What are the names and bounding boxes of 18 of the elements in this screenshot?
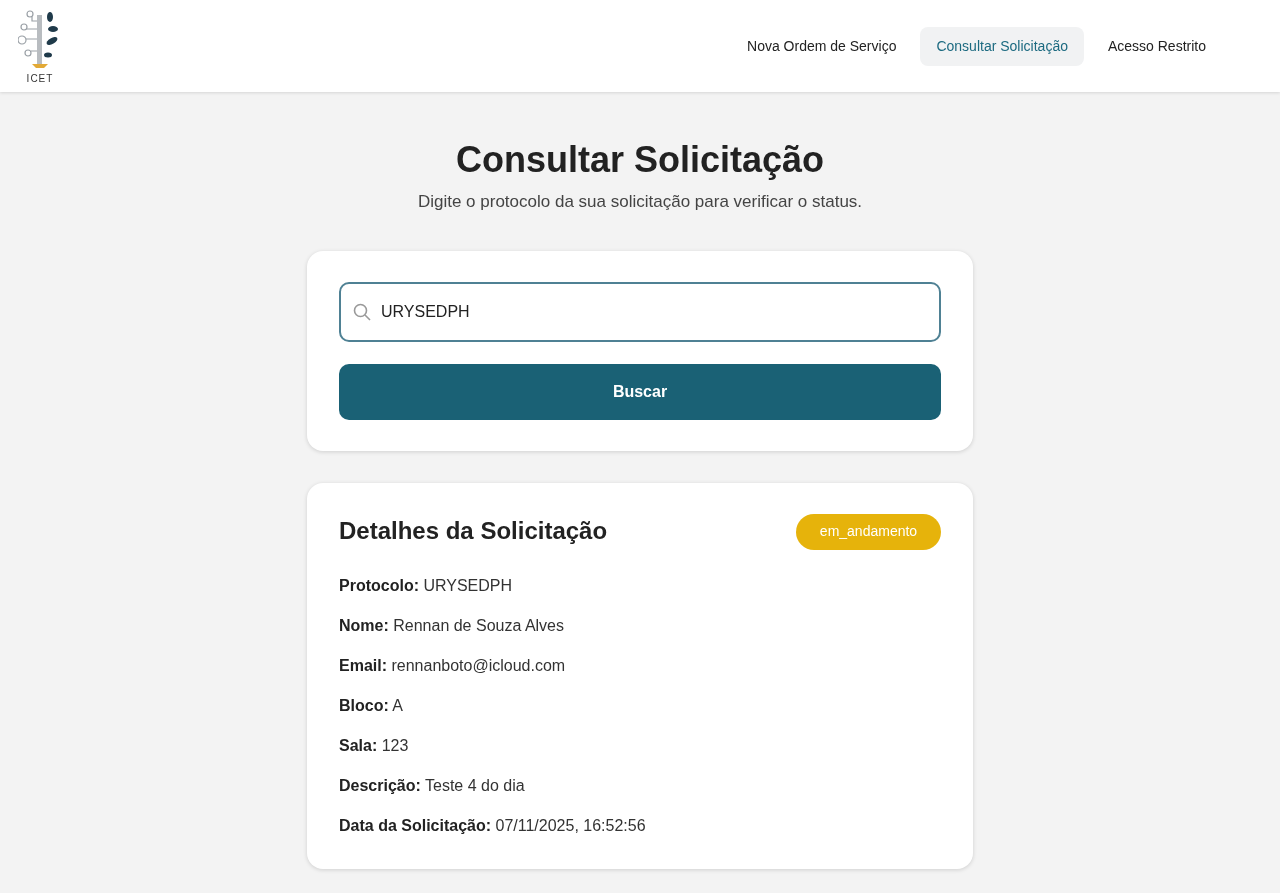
status-badge: em_andamento xyxy=(796,513,941,550)
details-title: Detalhes da Solicitação xyxy=(339,517,608,547)
protocol-field[interactable]: URYSEDPH xyxy=(339,281,941,342)
detail-row-text: Nome: Rennan de Souza Alves xyxy=(339,615,565,636)
nav-link[interactable]: Acesso Restrito xyxy=(1091,26,1222,66)
detail-row-text: Data da Solicitação: 07/11/2025, 16:52:56 xyxy=(339,815,647,836)
detail-row-text: Sala: 123 xyxy=(339,735,410,756)
logo-text: ICET xyxy=(26,73,54,84)
search-icon xyxy=(353,302,371,321)
detail-row-text: Email: rennanboto@icloud.com xyxy=(339,655,567,676)
nav-link[interactable]: Nova Ordem de Serviço xyxy=(731,26,913,66)
detail-row-text: Protocolo: URYSEDPH xyxy=(339,575,514,596)
page-title: Consultar Solicitação xyxy=(455,138,825,182)
detail-row-text: Bloco: A xyxy=(339,695,404,716)
detail-row-text: Descrição: Teste 4 do dia xyxy=(339,775,526,796)
search-button[interactable]: Buscar xyxy=(339,363,941,420)
nav-link[interactable]: Consultar Solicitação xyxy=(920,26,1084,66)
page-subtitle: Digite o protocolo da sua solicitação para verificar o status. xyxy=(417,191,863,214)
